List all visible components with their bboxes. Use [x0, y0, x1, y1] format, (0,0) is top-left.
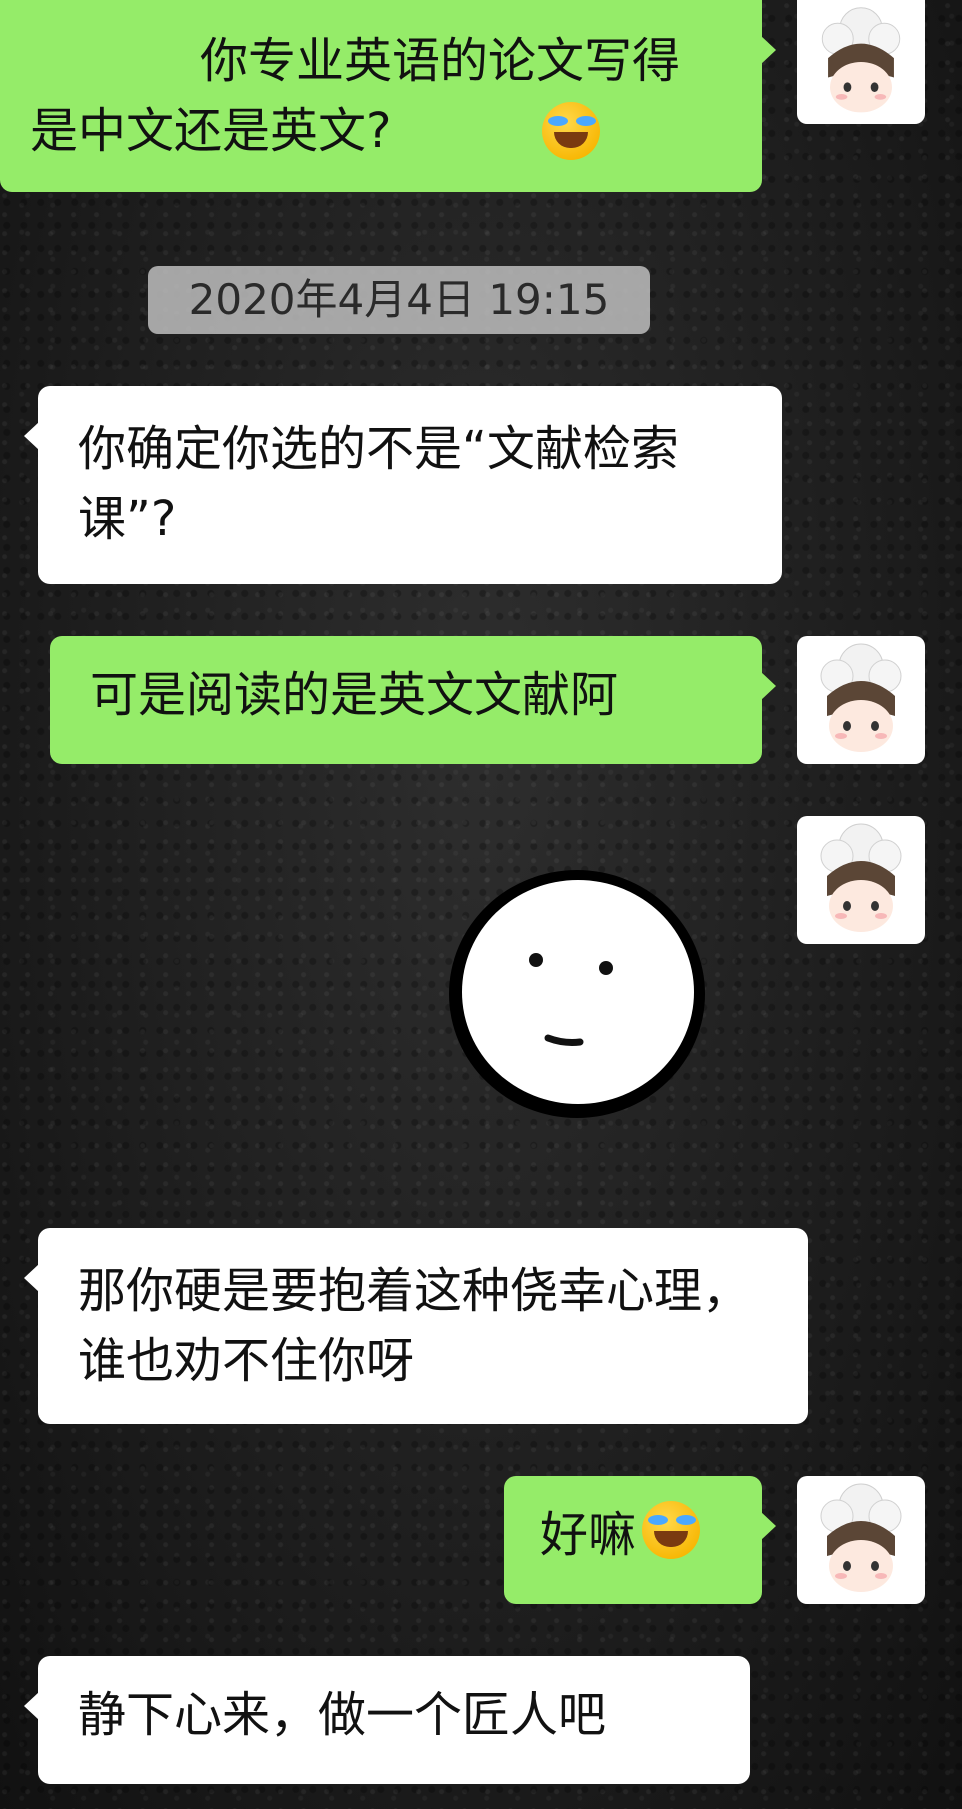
message-bubble-sent[interactable]: 好嘛 [504, 1476, 776, 1604]
blank-face-sticker-icon [449, 870, 705, 1118]
message-bubble-received[interactable]: 你确定你选的不是“文献检索课”? [24, 386, 782, 584]
message-text: 你确定你选的不是“文献检索课”? [78, 421, 679, 547]
message-bubble-received[interactable]: 那你硬是要抱着这种侥幸心理，谁也劝不住你呀 [24, 1228, 808, 1424]
avatar-self[interactable] [797, 1476, 925, 1604]
message-bubble-sent[interactable]: 可是阅读的是英文文献阿 [50, 636, 776, 764]
avatar-illustration-icon [820, 643, 902, 752]
message-text: 你专业英语的论文写得是中文还是英文? [30, 33, 681, 159]
avatar-illustration-icon [821, 7, 901, 113]
message-bubble-sent[interactable]: 你专业英语的论文写得是中文还是英文? [0, 0, 776, 192]
message-text: 可是阅读的是英文文献阿 [90, 667, 619, 723]
message-bubble-received[interactable]: 静下心来，做一个匠人吧 [24, 1656, 750, 1784]
message-text: 好嘛 [540, 1507, 637, 1563]
sticker-blank-face[interactable] [440, 860, 716, 1126]
avatar-illustration-icon [820, 1483, 902, 1592]
avatar-illustration-icon [820, 823, 902, 932]
face-with-tears-of-joy-icon [542, 102, 600, 160]
avatar-self[interactable] [797, 0, 925, 124]
avatar-self[interactable] [797, 816, 925, 944]
avatar-self[interactable] [797, 636, 925, 764]
face-with-tears-of-joy-icon [642, 1501, 701, 1559]
message-text: 那你硬是要抱着这种侥幸心理，谁也劝不住你呀 [78, 1263, 751, 1389]
timestamp: 2020年4月4日 19:15 [148, 266, 650, 334]
message-text: 静下心来，做一个匠人吧 [78, 1687, 607, 1743]
